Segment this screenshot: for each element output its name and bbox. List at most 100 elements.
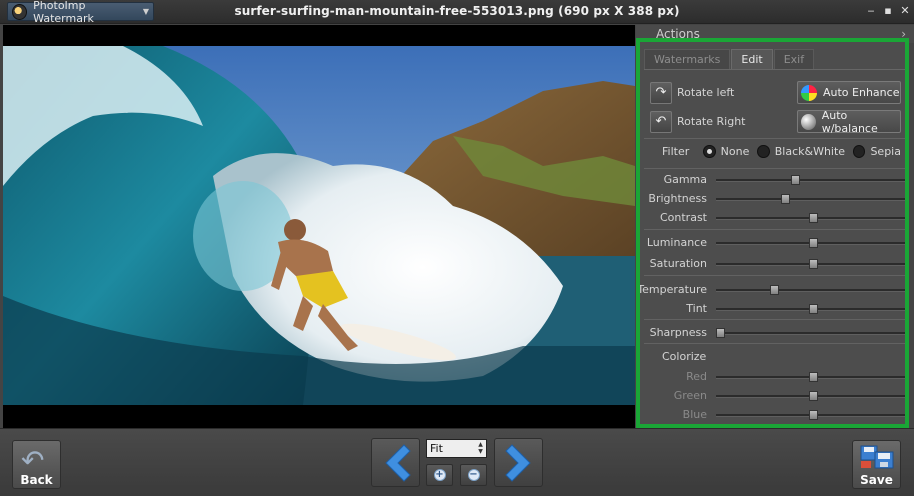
saturation-label: Saturation bbox=[649, 257, 707, 270]
back-button[interactable]: ↶ Back bbox=[12, 440, 61, 489]
temperature-slider[interactable] bbox=[716, 285, 905, 295]
gamma-label: Gamma bbox=[663, 173, 707, 186]
tab-edit[interactable]: Edit bbox=[731, 49, 773, 69]
saturation-slider-row: Saturation bbox=[644, 255, 905, 273]
tint-thumb[interactable] bbox=[808, 304, 818, 314]
rotate-left-label: Rotate left bbox=[677, 86, 735, 99]
panel-tabs: Watermarks Edit Exif bbox=[644, 49, 815, 69]
blue-label: Blue bbox=[682, 408, 707, 421]
sharpness-thumb[interactable] bbox=[715, 328, 725, 338]
green-label: Green bbox=[673, 389, 707, 402]
chevron-left-icon bbox=[385, 444, 411, 482]
save-icon bbox=[860, 445, 894, 469]
next-image-button[interactable] bbox=[494, 438, 543, 487]
gamma-slider-row: Gamma bbox=[644, 171, 905, 189]
saturation-thumb[interactable] bbox=[808, 259, 818, 269]
enhance-icon bbox=[801, 84, 817, 101]
divider bbox=[644, 343, 905, 344]
spin-arrows-icon[interactable]: ▲ ▼ bbox=[476, 441, 485, 456]
sharpness-slider[interactable] bbox=[715, 328, 905, 338]
gamma-slider[interactable] bbox=[716, 175, 905, 185]
save-button[interactable]: Save bbox=[852, 440, 901, 489]
edit-panel: Watermarks Edit Exif ↷ Rotate left ↶ Rot… bbox=[636, 38, 909, 428]
rotate-left-icon: ↷ bbox=[650, 81, 672, 104]
bottom-toolbar: ↶ Back Fit ▲ ▼ + − Save bbox=[0, 428, 914, 496]
blue-thumb[interactable] bbox=[808, 410, 818, 420]
luminance-label: Luminance bbox=[646, 236, 707, 249]
image-viewer[interactable] bbox=[3, 25, 635, 428]
temperature-slider-row: Temperature bbox=[640, 281, 905, 299]
contrast-thumb[interactable] bbox=[808, 213, 818, 223]
colorize-label: Colorize bbox=[662, 350, 707, 363]
white-balance-icon bbox=[801, 113, 816, 130]
red-slider-row: Red bbox=[644, 368, 905, 386]
brightness-slider-row: Brightness bbox=[644, 190, 905, 208]
zoom-in-button[interactable]: + bbox=[426, 464, 453, 486]
maximize-button[interactable]: ▪ bbox=[881, 4, 895, 18]
contrast-slider-row: Contrast bbox=[644, 209, 905, 227]
tint-slider-row: Tint bbox=[644, 300, 905, 318]
back-label: Back bbox=[20, 473, 53, 487]
auto-enhance-label: Auto Enhance bbox=[823, 86, 900, 99]
rotate-left-button[interactable]: ↷ Rotate left bbox=[650, 81, 734, 104]
filter-bw-radio[interactable] bbox=[757, 144, 770, 158]
zoom-value: Fit bbox=[430, 442, 443, 455]
gamma-thumb[interactable] bbox=[791, 175, 801, 185]
blue-slider[interactable] bbox=[716, 410, 905, 420]
contrast-slider[interactable] bbox=[716, 213, 905, 223]
auto-enhance-button[interactable]: Auto Enhance bbox=[797, 81, 901, 104]
zoom-in-icon: + bbox=[433, 469, 446, 481]
tint-label: Tint bbox=[686, 302, 707, 315]
zoom-out-icon: − bbox=[467, 469, 480, 481]
tab-exif[interactable]: Exif bbox=[773, 49, 815, 69]
divider bbox=[644, 275, 905, 276]
chevron-right-icon bbox=[505, 444, 531, 482]
temperature-label: Temperature bbox=[637, 283, 707, 296]
green-slider[interactable] bbox=[716, 391, 905, 401]
save-label: Save bbox=[860, 473, 893, 487]
document-title: surfer-surfing-man-mountain-free-553013.… bbox=[234, 4, 680, 18]
luminance-thumb[interactable] bbox=[808, 238, 818, 248]
edit-tab-body: ↷ Rotate left ↶ Rotate Right Auto Enhanc… bbox=[640, 69, 905, 424]
filter-sepia-label: Sepia bbox=[870, 144, 901, 158]
red-slider[interactable] bbox=[716, 372, 905, 382]
filter-label: Filter bbox=[662, 144, 690, 158]
rotate-right-icon: ↶ bbox=[650, 110, 672, 133]
red-label: Red bbox=[686, 370, 707, 383]
green-thumb[interactable] bbox=[808, 391, 818, 401]
green-slider-row: Green bbox=[644, 387, 905, 405]
sharpness-slider-row: Sharpness bbox=[644, 324, 905, 342]
filter-none-radio[interactable] bbox=[703, 144, 716, 158]
tab-watermarks[interactable]: Watermarks bbox=[644, 49, 731, 69]
photoimp-window: PhotoImp Watermark ▼ surfer-surfing-man-… bbox=[0, 0, 914, 496]
rotate-right-label: Rotate Right bbox=[677, 115, 746, 128]
minimize-button[interactable]: ‒ bbox=[864, 4, 878, 18]
divider bbox=[644, 138, 905, 139]
zoom-out-button[interactable]: − bbox=[460, 464, 487, 486]
filter-none-label: None bbox=[720, 144, 750, 158]
brightness-thumb[interactable] bbox=[781, 194, 791, 204]
divider bbox=[644, 319, 905, 320]
divider bbox=[644, 168, 905, 169]
auto-balance-label: Auto w/balance bbox=[821, 108, 878, 135]
auto-balance-button[interactable]: Auto w/balance bbox=[797, 108, 901, 135]
filter-sepia-radio[interactable] bbox=[853, 144, 866, 158]
blue-slider-row: Blue bbox=[644, 406, 905, 424]
luminance-slider[interactable] bbox=[716, 238, 905, 248]
surfer-photo bbox=[3, 46, 635, 405]
previous-image-button[interactable] bbox=[371, 438, 420, 487]
sharpness-label: Sharpness bbox=[649, 326, 707, 339]
brightness-label: Brightness bbox=[648, 192, 707, 205]
divider bbox=[644, 229, 905, 230]
filter-row: Filter None Black&White Sepia bbox=[644, 142, 905, 160]
tint-slider[interactable] bbox=[716, 304, 905, 314]
filter-bw-label: Black&White bbox=[774, 144, 846, 158]
saturation-slider[interactable] bbox=[716, 259, 905, 269]
red-thumb[interactable] bbox=[808, 372, 818, 382]
zoom-select[interactable]: Fit ▲ ▼ bbox=[426, 439, 487, 458]
temperature-thumb[interactable] bbox=[769, 285, 779, 295]
brightness-slider[interactable] bbox=[716, 194, 905, 204]
close-button[interactable]: ✕ bbox=[898, 4, 912, 18]
rotate-right-button[interactable]: ↶ Rotate Right bbox=[650, 110, 745, 133]
luminance-slider-row: Luminance bbox=[644, 234, 905, 252]
